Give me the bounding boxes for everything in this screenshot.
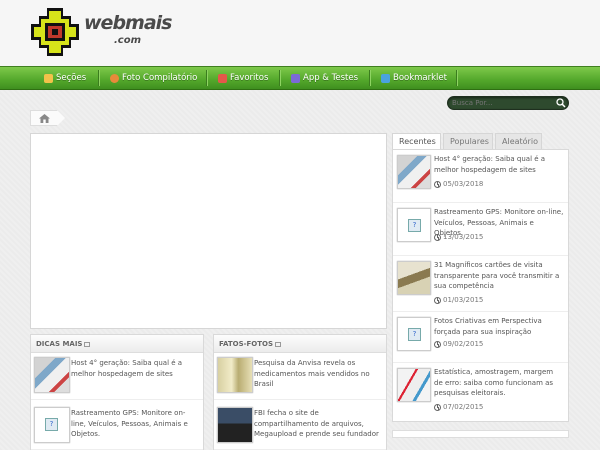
nav-divider xyxy=(98,70,99,86)
nav-item-app-testes[interactable]: App & Testes xyxy=(291,67,358,89)
item-title[interactable]: Estatística, amostragem, margem de erro:… xyxy=(434,367,564,399)
folder-icon xyxy=(44,73,53,83)
clock-icon xyxy=(434,403,441,411)
broken-image-icon: ? xyxy=(45,418,58,431)
nav-item-foto-compilatorio[interactable]: Foto Compilatório xyxy=(110,67,197,89)
item-title[interactable]: Fotos Criativas em Perspectiva forçada p… xyxy=(434,316,564,337)
clock-icon xyxy=(434,233,441,241)
camera-icon xyxy=(110,73,119,83)
recentes-panel: Host 4° geração: Saiba qual é a melhor h… xyxy=(392,149,569,422)
logo-name: webmais xyxy=(84,12,172,34)
nav-divider xyxy=(279,70,280,86)
external-link-icon[interactable] xyxy=(275,341,282,347)
tab-aleatorio[interactable]: Aleatório xyxy=(495,133,542,149)
search-box xyxy=(447,96,569,110)
box-title: FATOS-FOTOS xyxy=(219,340,274,348)
list-item[interactable]: Host 4° geração: Saiba qual é a melhor h… xyxy=(393,150,568,203)
tab-populares[interactable]: Populares xyxy=(443,133,493,149)
list-item[interactable]: FBI fecha o site de compartilhamento de … xyxy=(214,404,386,450)
thumbnail[interactable]: ? xyxy=(34,407,70,443)
box-header: FATOS-FOTOS xyxy=(214,335,386,353)
clock-icon xyxy=(434,296,441,304)
clock-icon xyxy=(434,180,441,188)
item-title[interactable]: Rastreamento GPS: Monitore on-line, Veíc… xyxy=(71,408,199,440)
item-title[interactable]: Host 4° geração: Saiba qual é a melhor h… xyxy=(71,358,199,379)
puzzle-icon xyxy=(381,73,390,83)
next-widget xyxy=(392,430,569,438)
list-item[interactable]: ? Rastreamento GPS: Monitore on-line, Ve… xyxy=(393,203,568,256)
thumbnail[interactable] xyxy=(397,261,431,295)
app-icon xyxy=(291,73,300,83)
featured-slider[interactable] xyxy=(30,133,387,329)
broken-image-icon: ? xyxy=(408,219,421,232)
item-date: 13/03/2015 xyxy=(434,233,483,241)
fatos-fotos-box: FATOS-FOTOS Pesquisa da Anvisa revela os… xyxy=(213,334,387,450)
item-title[interactable]: Host 4° geração: Saiba qual é a melhor h… xyxy=(434,154,564,175)
thumbnail[interactable]: ? xyxy=(397,317,431,351)
broken-image-icon: ? xyxy=(408,328,421,341)
nav-divider xyxy=(206,70,207,86)
search-icon[interactable] xyxy=(556,98,566,108)
item-date: 05/03/2018 xyxy=(434,180,483,188)
thumbnail[interactable] xyxy=(397,368,431,402)
breadcrumb-arrow xyxy=(57,110,65,126)
tab-recentes[interactable]: Recentes xyxy=(392,133,441,150)
list-item[interactable]: ? Rastreamento GPS: Monitore on-line, Ve… xyxy=(31,404,203,450)
item-date: 01/03/2015 xyxy=(434,296,483,304)
item-title[interactable]: Pesquisa da Anvisa revela os medicamento… xyxy=(254,358,382,390)
list-item[interactable]: ? Fotos Criativas em Perspectiva forçada… xyxy=(393,312,568,363)
thumbnail[interactable] xyxy=(34,357,70,393)
main-nav: Seções Foto Compilatório Favoritos App &… xyxy=(0,66,600,90)
dicas-mais-box: DICAS MAIS Host 4° geração: Saiba qual é… xyxy=(30,334,204,450)
nav-label: Favoritos xyxy=(230,73,269,83)
thumbnail[interactable] xyxy=(217,407,253,443)
box-header: DICAS MAIS xyxy=(31,335,203,353)
nav-item-bookmarklet[interactable]: Bookmarklet xyxy=(381,67,447,89)
item-title[interactable]: FBI fecha o site de compartilhamento de … xyxy=(254,408,382,440)
box-title: DICAS MAIS xyxy=(36,340,83,348)
search-input[interactable] xyxy=(452,97,556,109)
nav-divider xyxy=(369,70,370,86)
nav-label: Bookmarklet xyxy=(393,73,447,83)
thumbnail[interactable] xyxy=(217,357,253,393)
nav-label: Seções xyxy=(56,73,87,83)
thumbnail[interactable]: ? xyxy=(397,208,431,242)
external-link-icon[interactable] xyxy=(84,341,91,347)
list-item[interactable]: 31 Magníficos cartões de visita transpar… xyxy=(393,256,568,312)
nav-label: Foto Compilatório xyxy=(122,73,198,83)
site-header: webmais .com xyxy=(0,0,600,66)
heart-icon xyxy=(218,73,227,83)
list-item[interactable]: Host 4° geração: Saiba qual é a melhor h… xyxy=(31,354,203,400)
list-item[interactable]: Pesquisa da Anvisa revela os medicamento… xyxy=(214,354,386,400)
item-date: 09/02/2015 xyxy=(434,340,483,348)
breadcrumb xyxy=(30,110,58,126)
nav-divider xyxy=(456,70,457,86)
nav-item-secoes[interactable]: Seções xyxy=(44,67,86,89)
item-title[interactable]: 31 Magníficos cartões de visita transpar… xyxy=(434,260,564,292)
nav-label: App & Testes xyxy=(303,73,359,83)
logo-suffix: .com xyxy=(114,35,142,46)
nav-item-favoritos[interactable]: Favoritos xyxy=(218,67,268,89)
item-date: 07/02/2015 xyxy=(434,403,483,411)
thumbnail[interactable] xyxy=(397,155,431,189)
list-item[interactable]: Estatística, amostragem, margem de erro:… xyxy=(393,363,568,421)
clock-icon xyxy=(434,340,441,348)
home-icon[interactable] xyxy=(39,114,50,123)
